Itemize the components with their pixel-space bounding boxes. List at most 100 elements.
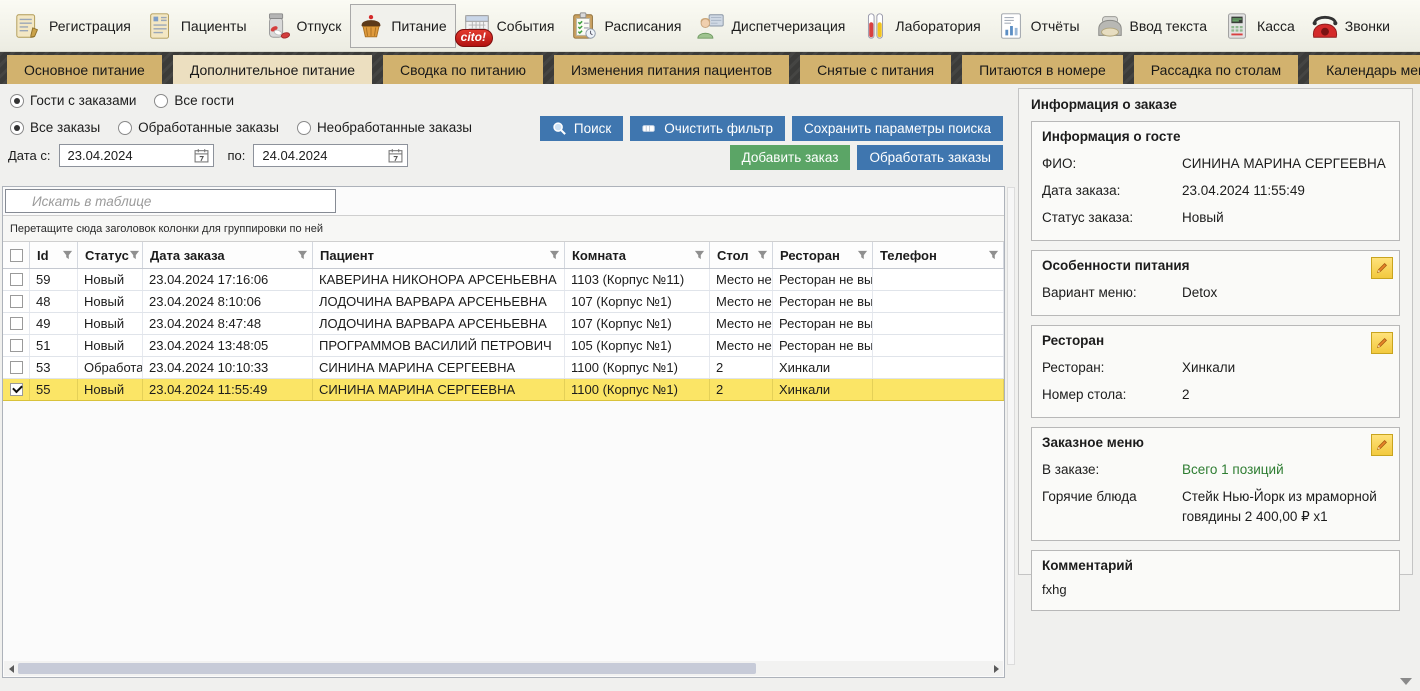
in-order-total: Всего 1 позиций xyxy=(1182,456,1389,483)
tab-main-nutrition[interactable]: Основное питание xyxy=(7,55,162,84)
order-row-53[interactable]: 53Обработан23.04.2024 10:10:33СИНИНА МАР… xyxy=(3,357,1004,379)
filter-funnel-icon[interactable] xyxy=(62,250,73,261)
column-header-restaurant[interactable]: Ресторан xyxy=(773,242,873,268)
toolbar-item-label: Пациенты xyxy=(181,18,247,34)
column-header-room[interactable]: Комната xyxy=(565,242,710,268)
select-all-checkbox[interactable] xyxy=(10,249,23,262)
eraser-icon xyxy=(642,121,657,136)
toolbar-item-text-input[interactable]: Ввод текста xyxy=(1089,4,1217,48)
column-header-date[interactable]: Дата заказа xyxy=(143,242,313,268)
column-header-phone[interactable]: Телефон xyxy=(873,242,1004,268)
column-header-label: Статус xyxy=(85,248,129,263)
toolbar-item-label: Ввод текста xyxy=(1130,18,1208,34)
cell-room: 107 (Корпус №1) xyxy=(565,291,710,312)
filter-funnel-icon[interactable] xyxy=(988,250,999,261)
tab-nutrition-summary[interactable]: Сводка по питанию xyxy=(383,55,543,84)
toolbar-item-patients[interactable]: Пациенты xyxy=(140,4,256,48)
column-header-patient[interactable]: Пациент xyxy=(313,242,565,268)
toolbar-item-label: Отпуск xyxy=(297,18,342,34)
cell-date: 23.04.2024 8:10:06 xyxy=(143,291,313,312)
process-orders-button[interactable]: Обработать заказы xyxy=(857,145,1003,170)
toolbar-item-nutrition[interactable]: Питание xyxy=(350,4,455,48)
tab-additional-nutrition[interactable]: Дополнительное питание xyxy=(173,55,372,84)
toolbar-item-dispatching[interactable]: Диспетчеризация xyxy=(690,4,854,48)
toolbar-item-registration[interactable]: Регистрация xyxy=(8,4,140,48)
toolbar-item-schedules[interactable]: Расписания xyxy=(563,4,690,48)
row-checkbox[interactable] xyxy=(10,295,23,308)
order-row-55[interactable]: 55Новый23.04.2024 11:55:49СИНИНА МАРИНА … xyxy=(3,379,1004,401)
save-search-params-button[interactable]: Сохранить параметры поиска xyxy=(792,116,1003,141)
filter-funnel-icon[interactable] xyxy=(129,250,140,261)
tab-eat-in-room[interactable]: Питаются в номере xyxy=(962,55,1123,84)
order-row-59[interactable]: 59Новый23.04.2024 17:16:06КАВЕРИНА НИКОН… xyxy=(3,269,1004,291)
tab-table-seating[interactable]: Рассадка по столам xyxy=(1134,55,1298,84)
vertical-scrollbar[interactable] xyxy=(1007,187,1015,665)
radio-label: Обработанные заказы xyxy=(138,120,279,135)
date-from-calendar-button[interactable] xyxy=(193,147,210,164)
edit-order-menu-button[interactable] xyxy=(1371,434,1393,456)
row-checkbox[interactable] xyxy=(10,339,23,352)
radio-icon xyxy=(10,94,24,108)
column-header-label: Ресторан xyxy=(780,248,840,263)
add-order-button[interactable]: Добавить заказ xyxy=(730,145,851,170)
search-button[interactable]: Поиск xyxy=(540,116,623,141)
report-icon xyxy=(996,11,1026,41)
cell-room: 107 (Корпус №1) xyxy=(565,313,710,334)
scrollbar-thumb[interactable] xyxy=(18,663,756,674)
toolbar-item-events[interactable]: Событияcito! xyxy=(456,4,564,48)
edit-restaurant-button[interactable] xyxy=(1371,332,1393,354)
filter-funnel-icon[interactable] xyxy=(857,250,868,261)
row-checkbox-cell xyxy=(3,269,30,290)
cell-table: Место не выбрано xyxy=(710,291,773,312)
row-checkbox[interactable] xyxy=(10,383,23,396)
filter-funnel-icon[interactable] xyxy=(297,250,308,261)
cell-date: 23.04.2024 8:47:48 xyxy=(143,313,313,334)
edit-diet-button[interactable] xyxy=(1371,257,1393,279)
toolbar-item-label: Касса xyxy=(1257,18,1295,34)
order-row-49[interactable]: 49Новый23.04.2024 8:47:48ЛОДОЧИНА ВАРВАР… xyxy=(3,313,1004,335)
toolbar-item-calls[interactable]: Звонки xyxy=(1304,4,1399,48)
radio-unprocessed-orders[interactable]: Необработанные заказы xyxy=(297,120,472,135)
cell-id: 48 xyxy=(30,291,78,312)
typewriter-icon xyxy=(1095,11,1125,41)
row-checkbox[interactable] xyxy=(10,361,23,374)
date-to-input[interactable]: 24.04.2024 xyxy=(253,144,408,167)
radio-guests-with-orders[interactable]: Гости с заказами xyxy=(10,93,136,108)
radio-all-orders[interactable]: Все заказы xyxy=(10,120,100,135)
filter-funnel-icon[interactable] xyxy=(549,250,560,261)
toolbar-overflow-arrow-icon[interactable] xyxy=(1400,678,1412,685)
radio-all-guests[interactable]: Все гости xyxy=(154,93,234,108)
tab-menu-calendar[interactable]: Календарь меню xyxy=(1309,55,1420,84)
scrollbar-track[interactable] xyxy=(18,663,989,674)
guest-info-section: Информация о госте ФИО: СИНИНА МАРИНА СЕ… xyxy=(1031,121,1400,241)
table-search-input[interactable] xyxy=(5,189,336,213)
toolbar-item-vacation[interactable]: Отпуск xyxy=(256,4,351,48)
toolbar-item-reports[interactable]: Отчёты xyxy=(990,4,1089,48)
filter-funnel-icon[interactable] xyxy=(694,250,705,261)
column-header-status[interactable]: Статус xyxy=(78,242,143,268)
column-header-id[interactable]: Id xyxy=(30,242,78,268)
scroll-left-button[interactable] xyxy=(4,661,18,676)
tab-removed-from-nutrition[interactable]: Снятые с питания xyxy=(800,55,951,84)
cell-patient: ПРОГРАММОВ ВАСИЛИЙ ПЕТРОВИЧ xyxy=(313,335,565,356)
scroll-right-button[interactable] xyxy=(989,661,1003,676)
arrow-right-icon xyxy=(994,665,999,673)
date-to-calendar-button[interactable] xyxy=(387,147,404,164)
cell-phone xyxy=(873,269,1004,290)
tab-nutrition-changes[interactable]: Изменения питания пациентов xyxy=(554,55,789,84)
cell-status: Новый xyxy=(78,269,143,290)
radio-icon xyxy=(118,121,132,135)
clear-filter-button[interactable]: Очистить фильтр xyxy=(630,116,785,141)
radio-processed-orders[interactable]: Обработанные заказы xyxy=(118,120,279,135)
filter-funnel-icon[interactable] xyxy=(757,250,768,261)
column-header-table[interactable]: Стол xyxy=(710,242,773,268)
toolbar-item-label: Звонки xyxy=(1345,18,1390,34)
horizontal-scrollbar[interactable] xyxy=(4,661,1003,676)
date-from-input[interactable]: 23.04.2024 xyxy=(59,144,214,167)
toolbar-item-laboratory[interactable]: Лаборатория xyxy=(854,4,989,48)
toolbar-item-cash[interactable]: Касса xyxy=(1216,4,1304,48)
order-row-51[interactable]: 51Новый23.04.2024 13:48:05ПРОГРАММОВ ВАС… xyxy=(3,335,1004,357)
row-checkbox[interactable] xyxy=(10,273,23,286)
order-row-48[interactable]: 48Новый23.04.2024 8:10:06ЛОДОЧИНА ВАРВАР… xyxy=(3,291,1004,313)
row-checkbox[interactable] xyxy=(10,317,23,330)
